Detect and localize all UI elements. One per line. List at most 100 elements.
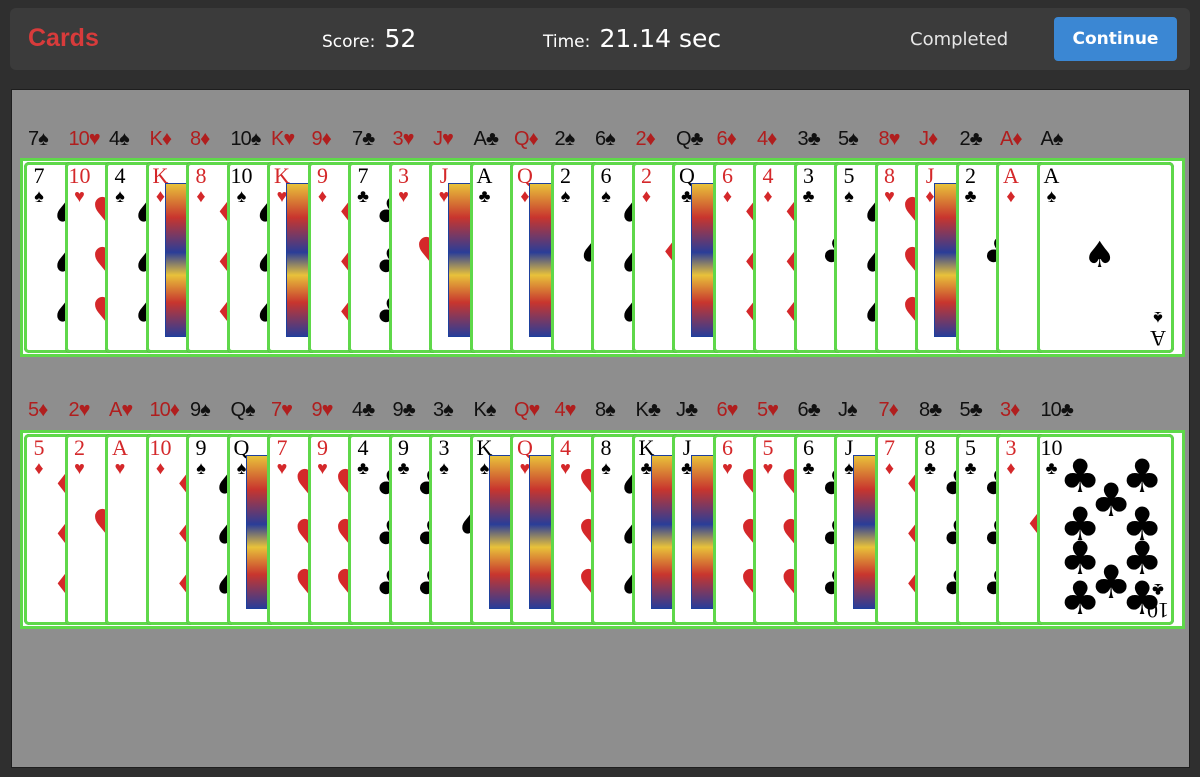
card-index: 6 ♠ <box>595 163 617 207</box>
diamond-icon: ♦ <box>763 186 773 206</box>
club-icon: ♣ <box>397 458 410 478</box>
card-index: 7 ♦ <box>879 435 901 479</box>
time-display: Time: 21.14 sec <box>543 24 721 53</box>
diamond-icon: ♦ <box>196 186 206 206</box>
card-label: 2♣ <box>959 128 983 150</box>
card-label: A♥ <box>109 399 133 421</box>
card-label: K♠ <box>473 399 497 421</box>
card-rank: A <box>1149 326 1166 351</box>
card-index: 9 ♦ <box>312 165 334 207</box>
time-label: Time: <box>543 32 591 52</box>
card-index: 7 ♥ <box>271 437 293 479</box>
card-label: 2♠ <box>554 128 576 150</box>
card-label: A♣ <box>473 128 499 150</box>
card-index: 2 ♥ <box>69 435 91 479</box>
card-label: 3♣ <box>797 128 821 150</box>
card-rank: 5 <box>843 163 855 188</box>
club-icon: ♣ <box>357 458 369 478</box>
card-rank: A <box>476 163 493 188</box>
card-rank: 2 <box>74 435 85 460</box>
card-label: 4♦ <box>757 128 777 150</box>
card-label: 10♦ <box>149 399 180 421</box>
club-icon: ♣ <box>1151 580 1164 600</box>
card-rank: 10 <box>230 163 253 188</box>
diamond-icon: ♦ <box>155 458 166 478</box>
status-text: Completed <box>910 29 1009 50</box>
diamond-icon: ♦ <box>34 458 44 478</box>
card-label: 3♠ <box>433 399 454 421</box>
card-label: Q♦ <box>514 128 539 150</box>
spade-icon: ♠ <box>1152 308 1163 328</box>
card-index: 3 ♦ <box>1000 437 1022 479</box>
card-rank: 6 <box>722 435 733 460</box>
card-index: 3 ♠ <box>433 437 455 479</box>
card-a-of-spades[interactable]: A ♠ ♠ A ♠ <box>1036 162 1174 353</box>
heart-icon: ♥ <box>560 458 571 478</box>
card-rank: J <box>925 163 935 188</box>
card-label: Q♠ <box>230 399 256 421</box>
card-labels-row-1: 7♠ 10♥ 4♠ K♦ 8♦ 10♠ K♥ 9♦ 7♣ 3♥ J♥ A♣ Q♦ 2♠ 6♠ 2♦ Q♣ 6♦ 4♦… <box>20 128 1190 152</box>
card-labels-row-2: 5♦ 2♥ A♥ 10♦ 9♠ Q♠ 7♥ 9♥ 4♣ 9♣ 3♠ K♠ Q♥ 4♥ 8♠ K♣ J♣ 6♥ 5♥ 6… <box>20 399 1190 423</box>
card-label: 5♠ <box>838 128 859 150</box>
heart-icon: ♥ <box>398 186 409 206</box>
card-label: J♦ <box>919 128 938 150</box>
continue-button[interactable]: Continue <box>1054 17 1177 61</box>
card-rank: 5 <box>965 435 976 460</box>
card-rank: 7 <box>33 163 45 188</box>
card-rank: A <box>1043 163 1060 188</box>
card-index: 3 ♣ <box>798 163 820 207</box>
card-index: A ♠ <box>1041 163 1063 207</box>
card-label: Q♥ <box>514 399 540 421</box>
card-rank: 2 <box>641 163 652 188</box>
card-row-1: 7♠♠♠♠10♥♥♥♥4♠♠♠♠K♦8♦♦♦♦10♠♠♠♠K♥9♦♦♦♦7♣♣♣… <box>20 158 1185 357</box>
card-10-of-clubs[interactable]: 10 ♣ ♣ ♣ ♣ ♣ ♣ ♣ ♣ ♣ ♣ ♣ 10 ♣ <box>1036 434 1174 625</box>
card-rank: 3 <box>803 163 814 188</box>
card-label: 7♦ <box>878 399 899 421</box>
card-rank: 10 <box>149 435 172 460</box>
card-label: 3♥ <box>392 128 415 150</box>
card-index: 5 ♦ <box>28 437 50 479</box>
card-index: 4 ♠ <box>109 165 131 207</box>
score-value: 52 <box>384 24 417 53</box>
card-rank: 5 <box>762 435 774 460</box>
card-rank: 6 <box>600 163 612 188</box>
card-label: 4♠ <box>109 128 130 150</box>
card-index: 4 ♣ <box>352 437 374 479</box>
card-rank: 10 <box>68 163 91 188</box>
spade-icon: ♠ <box>560 186 571 206</box>
diamond-icon: ♦ <box>1006 458 1016 478</box>
card-rank: 7 <box>884 435 895 460</box>
card-rank: 6 <box>722 163 733 188</box>
card-index: 6 ♣ <box>798 435 820 479</box>
card-index: 4 ♥ <box>555 437 577 479</box>
heart-icon: ♥ <box>722 458 733 478</box>
spade-icon: ♠ <box>115 186 125 206</box>
card-label: 6♠ <box>595 128 616 150</box>
diamond-icon: ♦ <box>641 186 652 206</box>
card-rank: 7 <box>357 163 369 188</box>
card-label: A♠ <box>1040 128 1064 150</box>
card-label: 5♦ <box>28 399 48 421</box>
card-rank: 6 <box>803 435 814 460</box>
club-icon: ♣ <box>478 186 491 206</box>
card-label: 8♠ <box>595 399 616 421</box>
heart-icon: ♥ <box>762 458 774 478</box>
card-rank: A <box>1003 163 1019 188</box>
card-index: 6 ♥ <box>717 435 739 479</box>
heart-icon: ♥ <box>276 458 288 478</box>
card-label: 9♥ <box>311 399 334 421</box>
card-index: 10 ♦ <box>149 435 172 479</box>
card-rank: 2 <box>965 163 976 188</box>
card-index: 6 ♦ <box>717 163 739 207</box>
card-rank: 2 <box>560 163 571 188</box>
card-index: 10 ♠ <box>230 163 253 207</box>
score-display: Score: 52 <box>322 24 416 53</box>
card-label: A♦ <box>1000 128 1023 150</box>
card-rank: 9 <box>317 435 328 460</box>
card-index: A ♥ <box>109 437 131 479</box>
heart-icon: ♥ <box>74 458 85 478</box>
card-rank: J <box>439 163 449 188</box>
club-icon: ♣ <box>1059 571 1101 625</box>
club-icon: ♣ <box>802 458 815 478</box>
card-label: 6♥ <box>716 399 739 421</box>
